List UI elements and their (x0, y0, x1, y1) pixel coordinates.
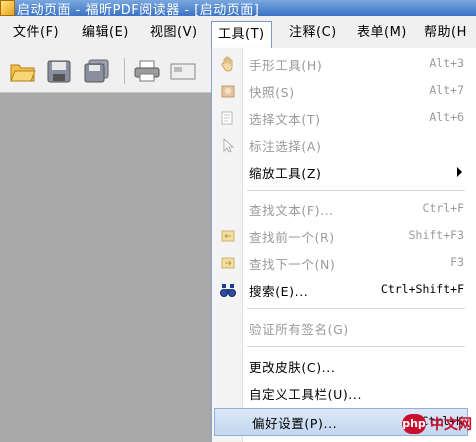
menu-edit[interactable]: 编辑(E) (82, 22, 129, 44)
submenu-arrow-icon (457, 167, 462, 177)
menu-view[interactable]: 视图(V) (150, 22, 198, 44)
menu-item-change-skin[interactable]: 更改皮肤(C)... (212, 353, 468, 379)
menu-item-select-text[interactable]: 选择文本(T) Alt+6 (212, 105, 468, 131)
print-icon[interactable] (134, 59, 160, 83)
find-next-icon (220, 255, 236, 271)
menu-item-annotation-select[interactable]: 标注选择(A) (212, 132, 468, 158)
annotation-select-icon (220, 137, 236, 153)
hand-icon (220, 56, 236, 72)
find-previous-icon (220, 228, 236, 244)
menu-item-find-previous[interactable]: 查找前一个(R) Shift+F3 (212, 223, 468, 249)
menu-item-search[interactable]: 搜索(E)... Ctrl+Shift+F (212, 277, 468, 303)
menu-bar: 文件(F) 编辑(E) 视图(V) 工具(T) 注释(C) 表单(M) 帮助(H (0, 16, 476, 51)
menu-item-zoom-tools[interactable]: 缩放工具(Z) (212, 159, 468, 185)
menu-help[interactable]: 帮助(H (424, 22, 467, 44)
toolbar-separator (124, 58, 125, 84)
menu-tools[interactable]: 工具(T) (211, 21, 272, 50)
save-as-icon[interactable] (84, 59, 110, 83)
menu-item-find-next[interactable]: 查找下一个(N) F3 (212, 250, 468, 276)
title-bar: 启动页面 - 福昕PDF阅读器 - [启动页面] (0, 0, 476, 16)
window-title: 启动页面 - 福昕PDF阅读器 - [启动页面] (17, 3, 260, 16)
save-icon[interactable] (46, 59, 72, 83)
menu-separator (247, 190, 465, 192)
watermark-logo: php (402, 414, 426, 434)
app-icon (0, 0, 15, 16)
snapshot-icon (220, 83, 236, 99)
open-folder-icon[interactable] (10, 59, 36, 83)
watermark-text: 中文网 (430, 417, 472, 433)
email-icon[interactable] (170, 59, 196, 83)
menu-item-hand-tool[interactable]: 手形工具(H) Alt+3 (212, 51, 468, 77)
select-text-icon (220, 110, 236, 126)
menu-item-validate-signatures[interactable]: 验证所有签名(G) (212, 315, 468, 341)
tools-dropdown-menu: 手形工具(H) Alt+3 快照(S) Alt+7 选择文本(T) Alt+6 … (211, 48, 476, 442)
menu-item-snapshot[interactable]: 快照(S) Alt+7 (212, 78, 468, 104)
menu-file[interactable]: 文件(F) (13, 22, 59, 44)
menu-separator (247, 346, 465, 348)
binoculars-icon (220, 282, 236, 298)
watermark: php 中文网 (400, 410, 474, 440)
menu-item-find-text[interactable]: 查找文本(F)... Ctrl+F (212, 196, 468, 222)
menu-separator (247, 308, 465, 310)
menu-item-customize-toolbar[interactable]: 自定义工具栏(U)... (212, 380, 468, 406)
menu-form[interactable]: 表单(M) (357, 22, 407, 44)
menu-comment[interactable]: 注释(C) (289, 22, 337, 44)
